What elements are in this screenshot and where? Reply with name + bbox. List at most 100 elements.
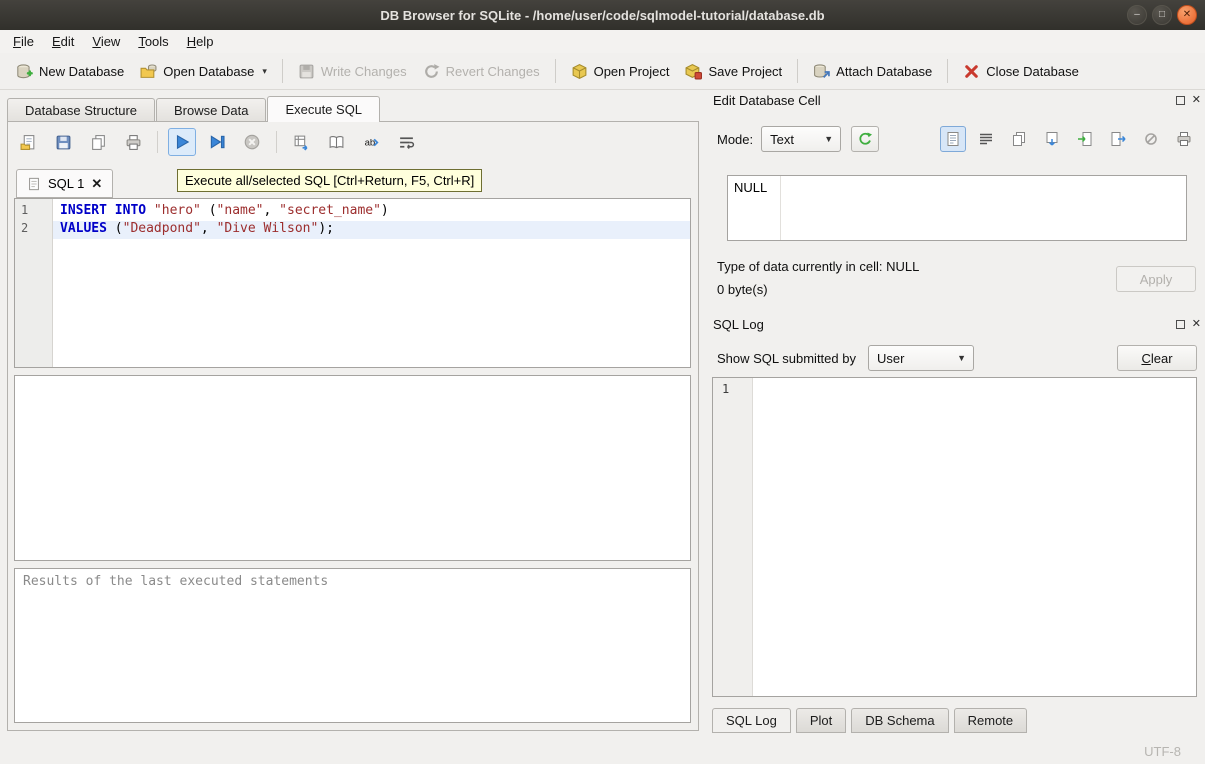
- clear-log-button[interactable]: Clear: [1117, 345, 1197, 371]
- log-line-number: 1: [713, 382, 752, 396]
- sql-tab-label: SQL 1: [48, 176, 84, 191]
- export-table-button[interactable]: [287, 128, 315, 156]
- open-database-label: Open Database: [163, 64, 254, 79]
- find-replace-button[interactable]: ab: [357, 128, 385, 156]
- window-controls: – □ ✕: [1127, 5, 1197, 25]
- minimize-button[interactable]: –: [1127, 5, 1147, 25]
- new-database-label: New Database: [39, 64, 124, 79]
- cell-save-as-button[interactable]: [1039, 126, 1065, 152]
- menu-tools[interactable]: Tools: [129, 31, 177, 52]
- sql-tab[interactable]: SQL 1 ✕: [16, 169, 113, 198]
- save-project-icon: [685, 63, 702, 80]
- book-icon: [328, 134, 345, 151]
- sql-tab-close-icon[interactable]: ✕: [91, 176, 102, 192]
- cell-print-button[interactable]: [1171, 126, 1197, 152]
- sql-log-gutter: 1: [713, 378, 753, 696]
- log-filter-label: Show SQL submitted by: [717, 351, 856, 366]
- revert-changes-icon: [423, 63, 440, 80]
- cell-word-wrap-button[interactable]: [973, 126, 999, 152]
- menu-file[interactable]: File: [4, 31, 43, 52]
- tab-execute-sql[interactable]: Execute SQL: [267, 96, 380, 122]
- close-database-button[interactable]: Close Database: [955, 58, 1087, 85]
- svg-text:ab: ab: [364, 137, 375, 148]
- tab-database-structure[interactable]: Database Structure: [7, 98, 155, 122]
- float-panel-icon[interactable]: [1176, 96, 1185, 105]
- tab-browse-data[interactable]: Browse Data: [156, 98, 266, 122]
- find-replace-icon: ab: [363, 134, 380, 151]
- apply-button[interactable]: Apply: [1116, 266, 1196, 292]
- execute-current-line-button[interactable]: [203, 128, 231, 156]
- open-project-label: Open Project: [594, 64, 670, 79]
- new-database-icon: [16, 63, 33, 80]
- main-tab-bar: Database Structure Browse Data Execute S…: [7, 96, 381, 122]
- save-sql-file-button[interactable]: [49, 128, 77, 156]
- sql-log-view[interactable]: 1: [712, 377, 1197, 697]
- new-database-button[interactable]: New Database: [8, 58, 132, 85]
- save-project-label: Save Project: [708, 64, 782, 79]
- sql-code-editor[interactable]: 12 INSERT INTO "hero" ("name", "secret_n…: [14, 198, 691, 368]
- sql-editor-lines[interactable]: INSERT INTO "hero" ("name", "secret_name…: [53, 199, 690, 367]
- code-line-1[interactable]: INSERT INTO "hero" ("name", "secret_name…: [53, 203, 690, 221]
- cell-value-text: NULL: [734, 180, 767, 195]
- export-icon: [1110, 131, 1126, 147]
- attach-database-icon: [813, 63, 830, 80]
- toolbar-separator: [282, 59, 283, 83]
- menu-edit[interactable]: Edit: [43, 31, 83, 52]
- menubar: FileEditViewToolsHelp: [0, 30, 1205, 53]
- log-filter-combobox[interactable]: User ▼: [868, 345, 974, 371]
- tab-db-schema[interactable]: DB Schema: [851, 708, 948, 733]
- close-button[interactable]: ✕: [1177, 5, 1197, 25]
- export-table-icon: [293, 134, 310, 151]
- open-database-dropdown-arrow-icon[interactable]: ▾: [262, 66, 267, 77]
- menu-help[interactable]: Help: [178, 31, 223, 52]
- close-panel-icon[interactable]: ✕: [1192, 95, 1201, 106]
- cell-copy-button[interactable]: [1006, 126, 1032, 152]
- line-number: 1: [15, 203, 52, 221]
- close-panel-icon[interactable]: ✕: [1192, 319, 1201, 330]
- stop-execution-button[interactable]: [238, 128, 266, 156]
- tab-remote[interactable]: Remote: [954, 708, 1028, 733]
- dock-tab-bar: SQL Log Plot DB Schema Remote: [712, 708, 1027, 733]
- reference-book-button[interactable]: [322, 128, 350, 156]
- chevron-down-icon: ▼: [950, 353, 973, 363]
- code-line-2[interactable]: VALUES ("Deadpond", "Dive Wilson");: [53, 221, 690, 239]
- cell-editor-divider: [780, 176, 781, 240]
- line-number: 2: [15, 221, 52, 239]
- statusbar: UTF-8: [0, 738, 1205, 764]
- encoding-indicator[interactable]: UTF-8: [1144, 744, 1181, 759]
- tab-sql-log[interactable]: SQL Log: [712, 708, 791, 733]
- execute-all-button[interactable]: [168, 128, 196, 156]
- open-sql-file-button[interactable]: [14, 128, 42, 156]
- write-changes-button[interactable]: Write Changes: [290, 58, 415, 85]
- text-mode-button[interactable]: [940, 126, 966, 152]
- save-as-icon: [1044, 131, 1060, 147]
- results-message-pane[interactable]: Results of the last executed statements: [14, 568, 691, 723]
- auto-switch-mode-button[interactable]: [851, 126, 879, 152]
- sql-log-content[interactable]: [753, 378, 1196, 696]
- open-project-button[interactable]: Open Project: [563, 58, 678, 85]
- save-sql-as-button[interactable]: [84, 128, 112, 156]
- attach-database-button[interactable]: Attach Database: [805, 58, 940, 85]
- cell-value-editor[interactable]: NULL: [727, 175, 1187, 241]
- revert-changes-button[interactable]: Revert Changes: [415, 58, 548, 85]
- maximize-button[interactable]: □: [1152, 5, 1172, 25]
- mode-combobox[interactable]: Text ▼: [761, 126, 841, 152]
- main-toolbar: New Database Open Database ▾ Write Chang…: [0, 53, 1205, 90]
- app-window: DB Browser for SQLite - /home/user/code/…: [0, 0, 1205, 764]
- save-project-button[interactable]: Save Project: [677, 58, 790, 85]
- open-database-button[interactable]: Open Database ▾: [132, 58, 275, 85]
- print-button[interactable]: [119, 128, 147, 156]
- tab-plot[interactable]: Plot: [796, 708, 846, 733]
- write-changes-icon: [298, 63, 315, 80]
- float-panel-icon[interactable]: [1176, 320, 1185, 329]
- cell-import-button[interactable]: [1072, 126, 1098, 152]
- execute-sql-panel: ab SQL 1 ✕ 12 INSERT INTO "hero" ("name"…: [7, 121, 699, 731]
- titlebar[interactable]: DB Browser for SQLite - /home/user/code/…: [0, 0, 1205, 30]
- results-grid[interactable]: [14, 375, 691, 561]
- word-wrap-button[interactable]: [392, 128, 420, 156]
- cell-export-button[interactable]: [1105, 126, 1131, 152]
- attach-database-label: Attach Database: [836, 64, 932, 79]
- menu-view[interactable]: View: [83, 31, 129, 52]
- set-null-button[interactable]: [1138, 126, 1164, 152]
- sql-log-filter-row: Show SQL submitted by User ▼ Clear: [717, 344, 1197, 372]
